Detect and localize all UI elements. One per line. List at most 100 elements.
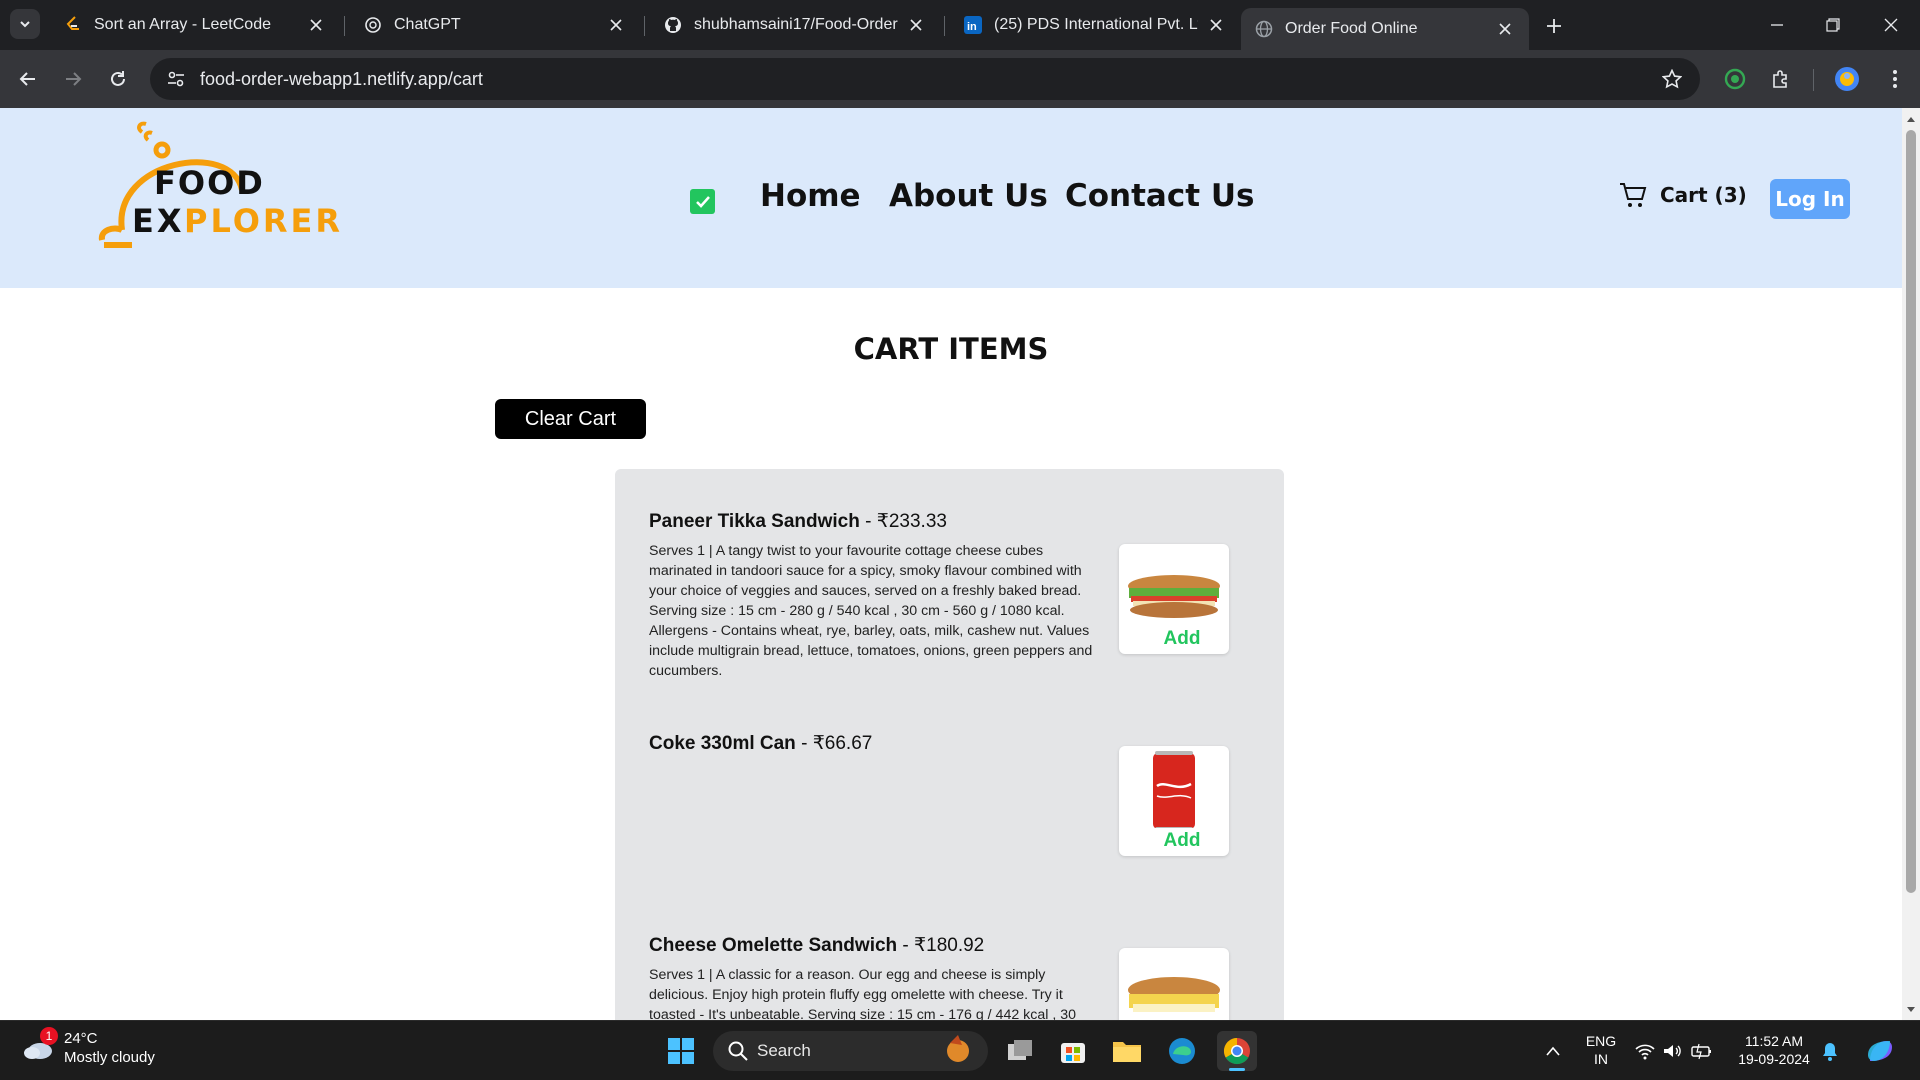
close-tab-icon[interactable] [1495,19,1515,39]
food-explorer-logo[interactable]: FOOD EX PLORER [92,120,340,255]
tab-title: shubhamsaini17/Food-Ordering [694,16,898,33]
reload-button[interactable] [103,64,133,94]
site-info-icon[interactable] [156,58,196,100]
show-hidden-icons-button[interactable] [1533,1031,1573,1071]
nav-home[interactable]: Home [760,178,861,214]
edge-button[interactable] [1162,1031,1202,1071]
minimize-icon [1771,24,1783,26]
copilot-button[interactable] [1860,1031,1900,1071]
tab-separator [644,16,645,36]
chrome-menu-button[interactable] [1880,64,1910,94]
lang-line2: IN [1594,1051,1608,1067]
restore-icon [1826,18,1840,32]
search-highlight-icon [947,1035,969,1062]
plus-icon [1547,19,1561,33]
svg-text:in: in [967,21,977,33]
quick-settings-button[interactable] [1630,1031,1718,1071]
task-view-icon [1008,1040,1032,1060]
search-label: Search [757,1041,811,1060]
login-button[interactable]: Log In [1770,179,1850,219]
github-icon [664,16,682,34]
browser-toolbar: food-order-webapp1.netlify.app/cart [0,50,1920,108]
weather-widget[interactable]: 1 24°C Mostly cloudy [22,1027,155,1067]
chevron-down-icon [20,21,30,28]
nav-contact-us[interactable]: Contact Us [1065,178,1254,214]
page-viewport: FOOD EX PLORER Home About Us Contact Us … [0,108,1902,1020]
item-name: Coke 330ml Can [649,733,796,754]
tab-chatgpt[interactable]: ChatGPT [350,8,640,42]
tab-title: Sort an Array - LeetCode [94,16,271,33]
taskbar-search[interactable]: Search [713,1031,988,1071]
windows-logo-icon [668,1038,694,1064]
add-item-button[interactable]: Add [1147,828,1217,854]
close-tab-icon[interactable] [306,15,326,35]
chevron-up-icon [1546,1046,1560,1056]
microsoft-store-button[interactable] [1053,1031,1093,1071]
file-explorer-button[interactable] [1107,1031,1147,1071]
close-window-button[interactable] [1868,10,1914,40]
extension-target-icon[interactable] [1720,64,1750,94]
item-price: ₹66.67 [812,733,873,754]
toolbar-separator [1813,69,1814,91]
new-tab-button[interactable] [1540,12,1568,40]
search-icon [728,1041,748,1061]
logo-text-food: FOOD [154,164,265,202]
url-text: food-order-webapp1.netlify.app/cart [200,68,483,89]
chrome-button[interactable] [1217,1031,1257,1071]
scroll-up-arrow-icon[interactable] [1906,114,1916,124]
tab-search-button[interactable] [10,9,40,39]
clock-date: 19-09-2024 [1738,1051,1810,1067]
page-scrollbar[interactable] [1902,108,1920,1020]
cart-link[interactable]: Cart (3) [1618,180,1747,210]
leetcode-icon [64,16,82,34]
price-separator: - [795,733,813,754]
item-name: Cheese Omelette Sandwich [649,935,898,956]
close-tab-icon[interactable] [906,15,926,35]
restore-button[interactable] [1810,10,1856,40]
back-arrow-icon [19,72,35,86]
notifications-button[interactable] [1815,1031,1845,1071]
add-item-button[interactable]: Add [1147,626,1217,652]
address-bar[interactable]: food-order-webapp1.netlify.app/cart [150,58,1700,100]
clear-cart-button[interactable]: Clear Cart [495,399,646,439]
scrollbar-thumb[interactable] [1906,130,1916,893]
forward-button[interactable] [58,64,88,94]
task-view-button[interactable] [1000,1031,1040,1071]
tab-order-food-online[interactable]: Order Food Online [1241,8,1529,50]
tab-strip: Sort an Array - LeetCode ChatGPT shubham… [0,0,1920,50]
copilot-icon [1868,1041,1892,1061]
wifi-icon [1635,1044,1655,1060]
tab-separator [944,16,945,36]
language-indicator[interactable]: ENG IN [1583,1032,1619,1068]
linkedin-icon: in [964,16,982,34]
cart-label: Cart (3) [1660,183,1747,207]
profile-avatar[interactable] [1832,64,1862,94]
clock[interactable]: 11:52 AM 19-09-2024 [1732,1032,1816,1068]
weather-desc: Mostly cloudy [64,1049,155,1066]
more-vertical-icon [1893,70,1897,88]
start-button[interactable] [661,1031,701,1071]
close-tab-icon[interactable] [606,15,626,35]
edge-icon [1169,1038,1195,1064]
shopping-cart-icon [1620,183,1647,207]
item-image-sandwich: Add [1119,544,1229,654]
tab-title: (25) PDS International Pvt. Ltd.: [994,16,1198,33]
site-header: FOOD EX PLORER Home About Us Contact Us … [0,108,1902,288]
tab-github[interactable]: shubhamsaini17/Food-Ordering [650,8,940,42]
tab-title: ChatGPT [394,16,461,33]
bookmark-star-icon[interactable] [1661,68,1683,94]
store-icon [1061,1043,1085,1063]
back-button[interactable] [13,64,43,94]
tab-linkedin[interactable]: in (25) PDS International Pvt. Ltd.: [950,8,1240,42]
lang-line1: ENG [1585,1033,1617,1049]
nav-about-us[interactable]: About Us [889,178,1048,214]
minimize-button[interactable] [1754,10,1800,40]
extensions-puzzle-icon[interactable] [1766,64,1796,94]
scroll-down-arrow-icon[interactable] [1906,1005,1916,1015]
globe-icon [1255,20,1273,38]
clock-time: 11:52 AM [1744,1033,1804,1049]
item-price: ₹233.33 [876,511,947,532]
close-tab-icon[interactable] [1206,15,1226,35]
tab-leetcode[interactable]: Sort an Array - LeetCode [50,8,340,42]
tab-separator [344,16,345,36]
